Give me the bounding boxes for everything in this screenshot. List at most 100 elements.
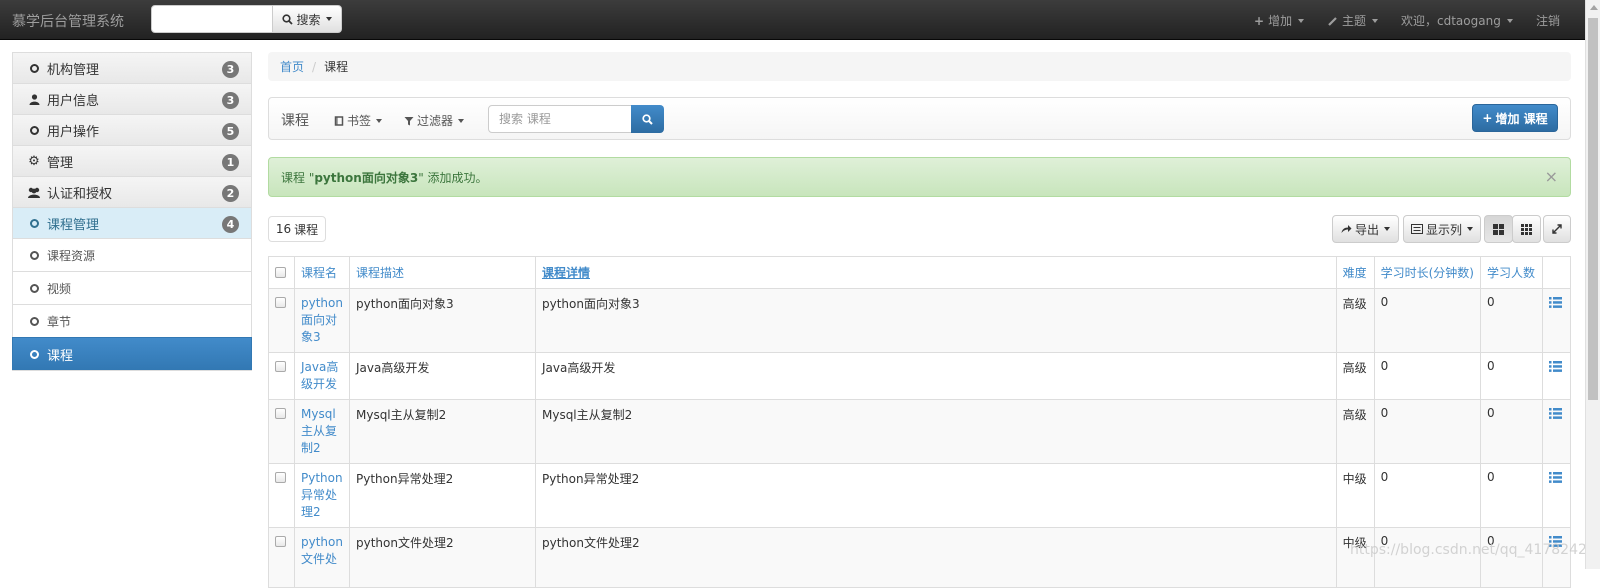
sidebar-item-auth[interactable]: 认证和授权 2 (12, 176, 252, 207)
list-alt-icon (1410, 224, 1423, 234)
breadcrumb-home-link[interactable]: 首页 (280, 58, 304, 75)
row-checkbox[interactable] (275, 472, 286, 483)
filters-menu[interactable]: 过滤器 (404, 112, 465, 129)
bookmarks-menu[interactable]: 书签 (334, 112, 383, 129)
add-course-button[interactable]: + 增加 课程 (1472, 104, 1558, 132)
sidebar-subitem-label: 课程资源 (47, 248, 96, 263)
chevron-down-icon (1298, 18, 1305, 23)
add-menu-label: 增加 (1268, 14, 1293, 28)
col-degree-header[interactable]: 难度 (1335, 256, 1375, 289)
circle-o-icon (27, 349, 41, 359)
theme-menu[interactable]: 主题 (1328, 12, 1379, 29)
sidebar-item-user-ops[interactable]: 用户操作 5 (12, 114, 252, 145)
col-students-header[interactable]: 学习人数 (1480, 256, 1543, 289)
nav-search-button[interactable]: 搜索 (272, 5, 342, 33)
list-icon[interactable] (1549, 472, 1562, 483)
search-icon (642, 113, 653, 125)
breadcrumb: 首页 / 课程 (268, 52, 1571, 81)
table-view-button[interactable] (1512, 215, 1541, 243)
sidebar-end (12, 370, 252, 371)
sidebar-item-user-info[interactable]: 用户信息 3 (12, 83, 252, 114)
export-button[interactable]: 导出 (1332, 215, 1399, 243)
alert-suffix: " 添加成功。 (418, 170, 488, 185)
course-name-link[interactable]: Mysql主从复制2 (294, 399, 350, 464)
filters-label: 过滤器 (417, 114, 454, 128)
course-name-link[interactable]: Java高级开发 (294, 352, 350, 400)
logout-link[interactable]: 注销 (1536, 12, 1560, 29)
chevron-down-icon (1372, 18, 1379, 23)
table-row[interactable]: Python异常处理2 Python异常处理2 Python异常处理2 中级 0 0 (268, 463, 1571, 528)
row-checkbox[interactable] (275, 536, 286, 547)
sidebar-subitem-course-resource[interactable]: 课程资源 (12, 238, 252, 271)
select-all-checkbox[interactable] (275, 266, 286, 278)
filter-icon (404, 116, 414, 125)
fullscreen-button[interactable] (1543, 215, 1571, 243)
course-desc-cell: Python异常处理2 (348, 463, 536, 528)
sidebar-subitem-video[interactable]: 视频 (12, 271, 252, 304)
row-checkbox[interactable] (275, 361, 286, 372)
sidebar-subitem-label: 视频 (47, 281, 72, 296)
list-icon[interactable] (1549, 408, 1562, 419)
col-name-header[interactable]: 课程名 (294, 256, 350, 289)
chevron-down-icon (376, 118, 383, 123)
scrollbar-thumb[interactable] (1588, 18, 1598, 400)
list-icon[interactable] (1549, 297, 1562, 308)
chevron-down-icon (1467, 227, 1473, 231)
user-menu[interactable]: 欢迎，cdtaogang (1401, 12, 1513, 29)
logout-label: 注销 (1536, 14, 1561, 28)
plus-icon: + (1254, 13, 1265, 28)
columns-button[interactable]: 显示列 (1403, 215, 1481, 243)
nav-search-input[interactable] (151, 5, 273, 33)
table-row[interactable]: Mysql主从复制2 Mysql主从复制2 Mysql主从复制2 高级 0 0 (268, 399, 1571, 464)
col-desc-header[interactable]: 课程描述 (348, 256, 536, 289)
course-name-link[interactable]: python面向对象3 (294, 288, 350, 353)
course-name-link[interactable]: Python异常处理2 (294, 463, 350, 528)
grid-view-button[interactable] (1484, 215, 1513, 243)
table-row[interactable]: python面向对象3 python面向对象3 python面向对象3 高级 0 0 (268, 288, 1571, 353)
course-search-button[interactable] (631, 105, 664, 133)
course-detail-cell: Mysql主从复制2 (534, 399, 1337, 464)
sidebar-item-label: 机构管理 (47, 62, 100, 78)
course-students-cell: 0 (1480, 399, 1543, 464)
row-actions-cell (1542, 352, 1571, 400)
close-icon[interactable]: × (1545, 167, 1558, 186)
col-detail-header[interactable]: 课程详情 (534, 256, 1337, 289)
export-label: 导出 (1354, 222, 1379, 237)
course-detail-cell: Java高级开发 (534, 352, 1337, 400)
course-students-cell: 0 (1480, 288, 1543, 353)
add-menu[interactable]: + 增加 (1254, 12, 1305, 29)
col-learn-times-header[interactable]: 学习时长(分钟数) (1373, 256, 1482, 289)
result-count-number: 16 (275, 222, 292, 236)
row-select-cell (268, 288, 295, 353)
scroll-up-arrow-icon[interactable] (1590, 5, 1598, 10)
list-icon[interactable] (1549, 361, 1562, 372)
course-desc-cell: python文件处理2 (348, 527, 536, 588)
course-name-link[interactable]: python文件处 (294, 527, 350, 588)
sidebar-subitem-lesson[interactable]: 章节 (12, 304, 252, 337)
table-row[interactable]: Java高级开发 Java高级开发 Java高级开发 高级 0 0 (268, 352, 1571, 400)
sidebar-item-courses[interactable]: 课程管理 4 (12, 207, 252, 238)
th-icon (1521, 223, 1532, 235)
pencil-icon (1328, 16, 1337, 26)
sidebar-subitem-course[interactable]: 课程 (12, 337, 252, 370)
course-students-cell: 0 (1480, 352, 1543, 400)
course-search-input[interactable]: 搜索 课程 (488, 105, 632, 133)
sidebar-item-org[interactable]: 机构管理 3 (12, 52, 252, 83)
count-badge: 1 (222, 154, 239, 171)
course-detail-cell: python面向对象3 (534, 288, 1337, 353)
sidebar-item-admin[interactable]: ⚙ 管理 1 (12, 145, 252, 176)
course-students-cell: 0 (1480, 463, 1543, 528)
course-degree-cell: 中级 (1335, 463, 1375, 528)
bookmarks-label: 书签 (347, 114, 372, 128)
row-checkbox[interactable] (275, 297, 286, 308)
row-checkbox[interactable] (275, 408, 286, 419)
row-actions-cell (1542, 399, 1571, 464)
circle-o-icon (27, 125, 41, 135)
circle-o-icon (27, 283, 41, 293)
brand-title[interactable]: 慕学后台管理系统 (12, 11, 124, 31)
search-icon (282, 13, 294, 25)
expand-icon (1552, 224, 1562, 234)
course-desc-cell: Java高级开发 (348, 352, 536, 400)
row-actions-cell (1542, 288, 1571, 353)
page-scrollbar[interactable] (1585, 0, 1600, 569)
